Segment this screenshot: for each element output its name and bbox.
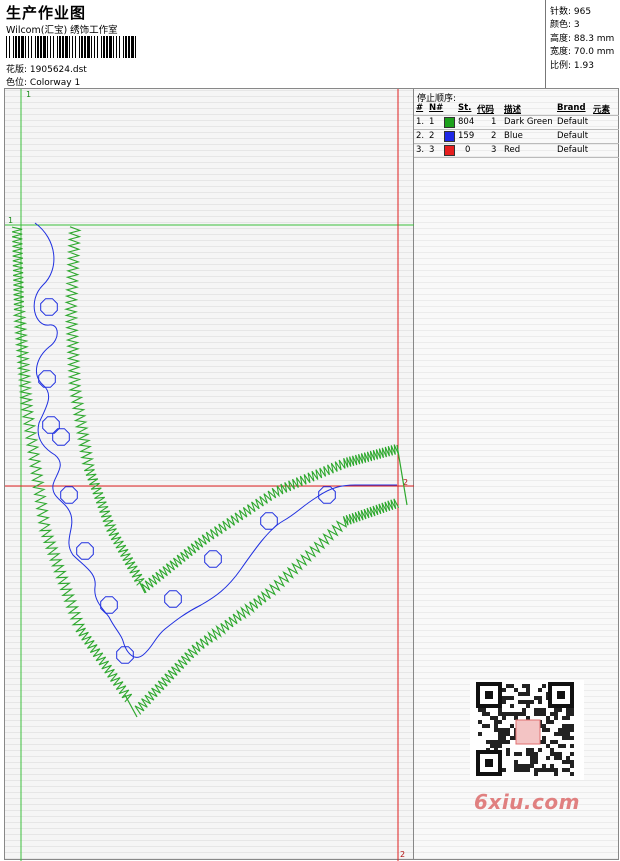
table-row[interactable]: 1. 1 804 1 Dark Green Default: [414, 116, 619, 130]
col-header-brand: Brand: [557, 103, 586, 113]
design-canvas[interactable]: 1 1 2 2: [4, 88, 415, 861]
row-stitches: 0: [465, 145, 471, 155]
col-header-stitches: St.: [458, 103, 472, 113]
color-swatch: [444, 117, 455, 128]
row-desc: Dark Green: [504, 117, 553, 127]
row-index: 3.: [416, 145, 425, 155]
row-stitches: 804: [458, 117, 475, 127]
company-name: Wilcom(汇宝) 绣饰工作室: [6, 25, 118, 36]
row-needle: 3: [429, 145, 435, 155]
row-index: 2.: [416, 131, 425, 141]
guide-label-h1: 1: [8, 216, 13, 225]
row-code: 3: [491, 145, 497, 155]
blue-octagon-motifs: [38, 298, 336, 664]
row-stitches: 159: [458, 131, 475, 141]
col-header-element: 元素: [593, 105, 611, 115]
design-file-value: 1905624.dst: [29, 65, 87, 75]
colorway-line: 色位: Colorway 1: [6, 75, 80, 88]
guide-label-v1: 1: [26, 90, 31, 99]
embroidery-preview: 1 1 2 2: [5, 89, 415, 861]
stat-width: 宽度: 70.0 mm: [550, 47, 615, 57]
production-worksheet: 生产作业图 Wilcom(汇宝) 绣饰工作室 花版: 1905624.dst 色…: [0, 0, 620, 861]
header: 生产作业图 Wilcom(汇宝) 绣饰工作室 花版: 1905624.dst 色…: [0, 0, 620, 88]
row-desc: Red: [504, 145, 521, 155]
colorway-value: Colorway 1: [29, 78, 81, 88]
table-row[interactable]: 3. 3 0 3 Red Default: [414, 144, 619, 158]
table-row[interactable]: 2. 2 159 2 Blue Default: [414, 130, 619, 144]
row-code: 1: [491, 117, 497, 127]
color-swatch: [444, 131, 455, 142]
row-desc: Blue: [504, 131, 523, 141]
guide-label-v2: 2: [400, 850, 405, 859]
stat-height: 高度: 88.3 mm: [550, 34, 615, 44]
design-stats: 针数: 965 颜色: 3 高度: 88.3 mm 宽度: 70.0 mm 比例…: [545, 0, 620, 88]
row-brand: Default: [557, 117, 589, 127]
design-file-label: 花版:: [6, 65, 28, 75]
col-header-desc: 描述: [504, 105, 522, 115]
row-index: 1.: [416, 117, 425, 127]
table-header-row: # N# St. 代码 描述 Brand 元素: [414, 102, 619, 116]
green-satin-bands: [11, 226, 408, 718]
col-header-n: N#: [429, 103, 444, 113]
row-brand: Default: [557, 145, 589, 155]
row-code: 2: [491, 131, 497, 141]
stop-sequence-table: # N# St. 代码 描述 Brand 元素 1. 1 804 1 Dark …: [414, 102, 619, 158]
qr-code-icon: [470, 680, 584, 780]
page-title: 生产作业图: [6, 4, 87, 22]
row-needle: 1: [429, 117, 435, 127]
colorway-label: 色位:: [6, 78, 28, 88]
stat-stitches: 针数: 965: [550, 7, 592, 17]
barcode-icon: [6, 36, 136, 58]
watermark-text: 6xiu.com: [474, 790, 580, 814]
stat-ratio: 比例: 1.93: [550, 61, 594, 71]
row-needle: 2: [429, 131, 435, 141]
row-brand: Default: [557, 131, 589, 141]
col-header-index: #: [416, 103, 424, 113]
color-swatch: [444, 145, 455, 156]
stat-colors: 颜色: 3: [550, 20, 580, 30]
design-file-line: 花版: 1905624.dst: [6, 62, 87, 75]
col-header-code: 代码: [477, 105, 495, 115]
